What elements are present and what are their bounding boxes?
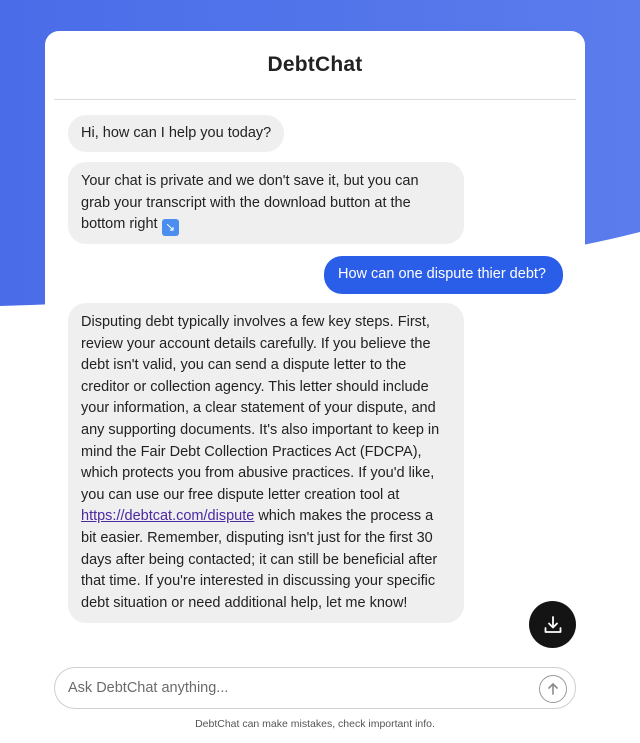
message-text: Your chat is private and we don't save i… [81, 173, 419, 233]
bot-message: Hi, how can I help you today? [68, 115, 284, 152]
chat-header: DebtChat [54, 31, 576, 100]
message-text: Hi, how can I help you today? [81, 125, 272, 141]
download-icon [544, 615, 561, 633]
chat-input-container [54, 667, 576, 709]
message-text: Disputing debt typically involves a few … [81, 314, 440, 503]
message-text: How can one dispute thier debt? [338, 266, 546, 282]
dispute-tool-link[interactable]: https://debtcat.com/dispute [81, 508, 254, 524]
user-message: How can one dispute thier debt? [324, 256, 563, 294]
chat-window: DebtChat Hi, how can I help you today? Y… [45, 31, 585, 743]
bot-message: Your chat is private and we don't save i… [68, 162, 464, 244]
arrow-up-icon [548, 683, 558, 695]
disclaimer-text: DebtChat can make mistakes, check import… [195, 718, 435, 730]
bot-message: Disputing debt typically involves a few … [68, 303, 464, 623]
send-button[interactable] [539, 675, 567, 703]
arrow-down-right-emoji-icon: ↘ [161, 219, 179, 237]
chat-input[interactable] [68, 676, 528, 700]
app-title: DebtChat [267, 53, 363, 76]
download-transcript-button[interactable] [529, 601, 576, 648]
